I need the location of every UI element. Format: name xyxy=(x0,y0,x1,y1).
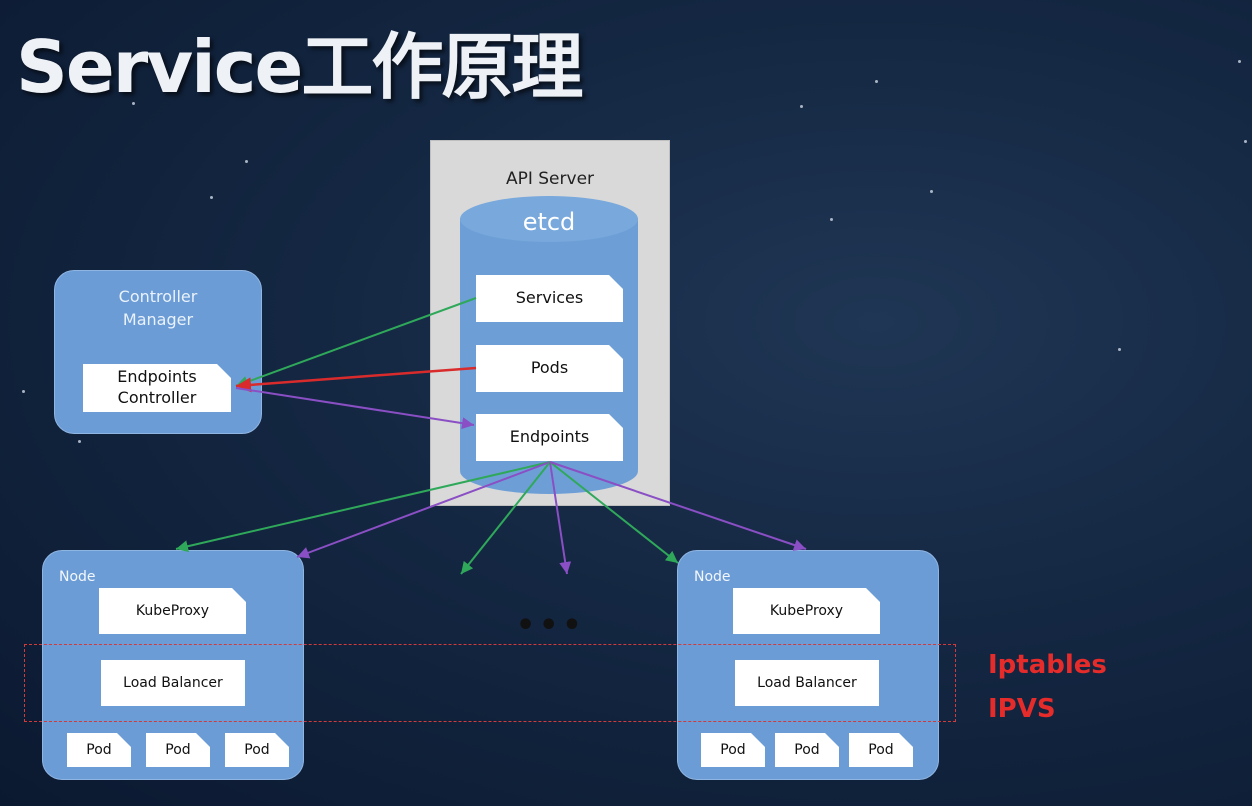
arrow-endpoints-to-node-left-green xyxy=(175,461,551,553)
arrows-layer xyxy=(175,297,807,575)
arrow-endpoints-to-node-right-purple xyxy=(549,461,807,551)
arrow-pods-to-endpoints-controller xyxy=(235,366,477,393)
arrow-services-to-endpoints-controller xyxy=(235,297,477,388)
arrow-endpoints-controller-to-endpoints xyxy=(235,387,475,430)
arrow-endpoints-to-node-right-green xyxy=(549,461,679,564)
arrow-endpoints-to-middle-purple xyxy=(549,461,572,575)
